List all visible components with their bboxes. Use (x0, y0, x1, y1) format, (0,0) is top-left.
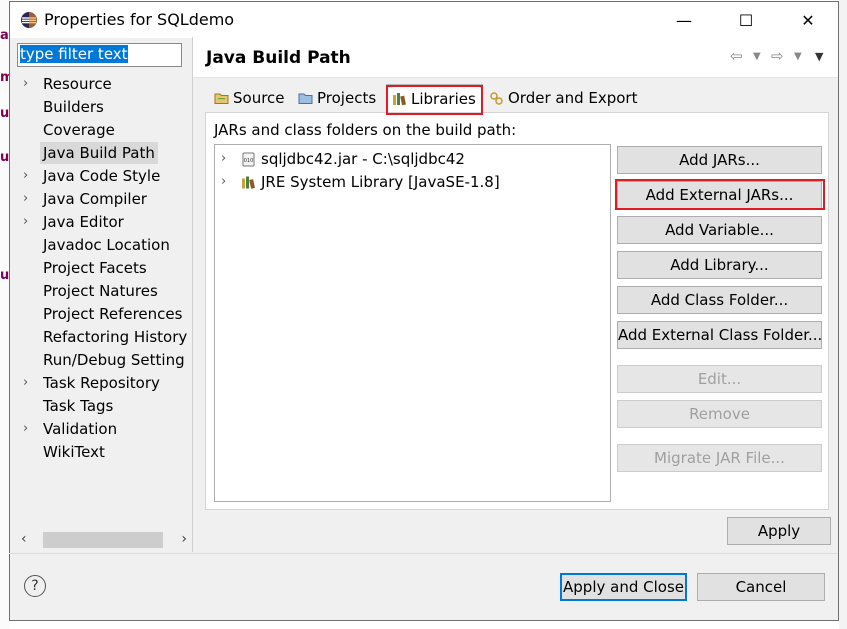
nav-item-task-repository[interactable]: › Task Repository (17, 372, 193, 394)
nav-item-label: Java Editor (43, 213, 124, 231)
nav-item-label: Project Natures (43, 282, 158, 300)
add-external-class-folder-button[interactable]: Add External Class Folder... (617, 321, 822, 349)
nav-item-java-editor[interactable]: › Java Editor (17, 211, 193, 233)
nav-item-java-build-path[interactable]: Java Build Path (17, 142, 193, 164)
expand-chevron-icon[interactable]: › (23, 418, 28, 440)
tab-label: Projects (317, 89, 377, 107)
nav-item-project-references[interactable]: Project References (17, 303, 193, 325)
add-library-button[interactable]: Add Library... (617, 251, 822, 279)
nav-item-label: Project Facets (43, 259, 147, 277)
maximize-button[interactable]: ☐ (715, 2, 777, 38)
expand-chevron-icon[interactable]: › (23, 73, 28, 95)
add-jars-button[interactable]: Add JARs... (617, 146, 822, 174)
migrate-jar-button[interactable]: Migrate JAR File... (617, 444, 822, 472)
filter-text: type filter text (20, 45, 128, 63)
page-title: Java Build Path (206, 48, 351, 68)
remove-button[interactable]: Remove (617, 400, 822, 428)
nav-item-javadoc-location[interactable]: Javadoc Location (17, 234, 193, 256)
page-header: Java Build Path ⇦ ▼ ⇨ ▼ ▼ (193, 37, 838, 78)
nav-item-label: Task Repository (43, 374, 160, 392)
nav-item-label: Java Build Path (40, 142, 158, 164)
forward-menu-icon[interactable]: ▼ (794, 51, 802, 62)
help-icon[interactable]: ? (24, 575, 46, 597)
tab-label: Order and Export (508, 89, 638, 107)
nav-item-coverage[interactable]: Coverage (17, 119, 193, 141)
window-title: Properties for SQLdemo (44, 10, 235, 29)
nav-item-label: Coverage (43, 121, 115, 139)
nav-item-label: WikiText (43, 443, 105, 461)
nav-item-wikitext[interactable]: WikiText (17, 441, 193, 463)
scroll-right-icon[interactable]: › (181, 531, 187, 547)
tab-label: Source (233, 89, 285, 107)
add-external-jars-button[interactable]: Add External JARs... (617, 181, 822, 209)
order-export-icon (490, 92, 503, 105)
source-folder-icon (214, 93, 229, 104)
nav-item-run-debug-setting[interactable]: Run/Debug Setting (17, 349, 193, 371)
scroll-left-icon[interactable]: ‹ (21, 531, 27, 547)
nav-item-task-tags[interactable]: Task Tags (17, 395, 193, 417)
edit-button[interactable]: Edit... (617, 365, 822, 393)
back-menu-icon[interactable]: ▼ (753, 51, 761, 62)
add-variable-button[interactable]: Add Variable... (617, 216, 822, 244)
expand-chevron-icon[interactable]: › (23, 211, 28, 233)
footer-separator (9, 553, 838, 554)
nav-item-java-compiler[interactable]: › Java Compiler (17, 188, 193, 210)
nav-item-java-code-style[interactable]: › Java Code Style (17, 165, 193, 187)
library-icon (242, 176, 255, 189)
tab-order-and-export[interactable]: Order and Export (484, 84, 658, 112)
tab-label: Libraries (411, 90, 476, 108)
nav-item-resource[interactable]: › Resource (17, 73, 193, 95)
library-tree[interactable]: › 010 sqljdbc42.jar - C:\sqljdbc42 › JRE… (214, 144, 611, 502)
nav-item-refactoring-history[interactable]: Refactoring History (17, 326, 193, 348)
scroll-thumb[interactable] (43, 532, 163, 548)
nav-item-label: Java Code Style (43, 167, 161, 185)
cancel-button[interactable]: Cancel (697, 573, 825, 601)
nav-item-label: Task Tags (43, 397, 114, 415)
sash-divider[interactable] (192, 37, 193, 552)
nav-item-project-natures[interactable]: Project Natures (17, 280, 193, 302)
nav-item-label: Run/Debug Setting (43, 351, 185, 369)
nav-item-project-facets[interactable]: Project Facets (17, 257, 193, 279)
projects-folder-icon (298, 93, 313, 104)
library-entry-label: JRE System Library [JavaSE-1.8] (261, 173, 500, 191)
nav-item-builders[interactable]: Builders (17, 96, 193, 118)
expand-chevron-icon[interactable]: › (23, 165, 28, 187)
title-bar: Properties for SQLdemo — ☐ ✕ (10, 2, 838, 38)
expand-chevron-icon[interactable]: › (23, 372, 28, 394)
nav-item-validation[interactable]: › Validation (17, 418, 193, 440)
filter-input[interactable]: type filter text (17, 43, 182, 67)
eclipse-icon (21, 12, 37, 28)
library-entry-label: sqljdbc42.jar - C:\sqljdbc42 (261, 150, 465, 168)
nav-item-label: Resource (43, 75, 112, 93)
apply-button[interactable]: Apply (727, 517, 831, 545)
jar-icon: 010 (242, 152, 255, 167)
tab-libraries[interactable]: Libraries (386, 84, 483, 112)
expand-chevron-icon[interactable]: › (221, 148, 226, 170)
view-menu-icon[interactable]: ▼ (815, 50, 823, 63)
nav-item-label: Validation (43, 420, 118, 438)
back-arrow-icon[interactable]: ⇦ (730, 47, 743, 65)
forward-arrow-icon[interactable]: ⇨ (771, 47, 784, 65)
nav-item-label: Javadoc Location (43, 236, 170, 254)
add-class-folder-button[interactable]: Add Class Folder... (617, 286, 822, 314)
expand-chevron-icon[interactable]: › (23, 188, 28, 210)
apply-and-close-button[interactable]: Apply and Close (560, 573, 687, 601)
maximize-icon: ☐ (738, 10, 754, 30)
background-editor-right (839, 0, 847, 629)
nav-horizontal-scrollbar[interactable]: ‹ › (17, 530, 193, 550)
nav-item-label: Java Compiler (43, 190, 147, 208)
svg-text:010: 010 (244, 158, 254, 164)
nav-item-label: Builders (43, 98, 104, 116)
minimize-icon: — (676, 10, 692, 30)
libraries-icon (393, 93, 406, 106)
nav-item-label: Project References (43, 305, 183, 323)
close-icon: ✕ (801, 10, 815, 30)
close-button[interactable]: ✕ (777, 2, 839, 38)
expand-chevron-icon[interactable]: › (221, 171, 226, 193)
nav-item-label: Refactoring History (43, 328, 188, 346)
minimize-button[interactable]: — (653, 2, 715, 38)
build-path-heading: JARs and class folders on the build path… (214, 121, 517, 139)
